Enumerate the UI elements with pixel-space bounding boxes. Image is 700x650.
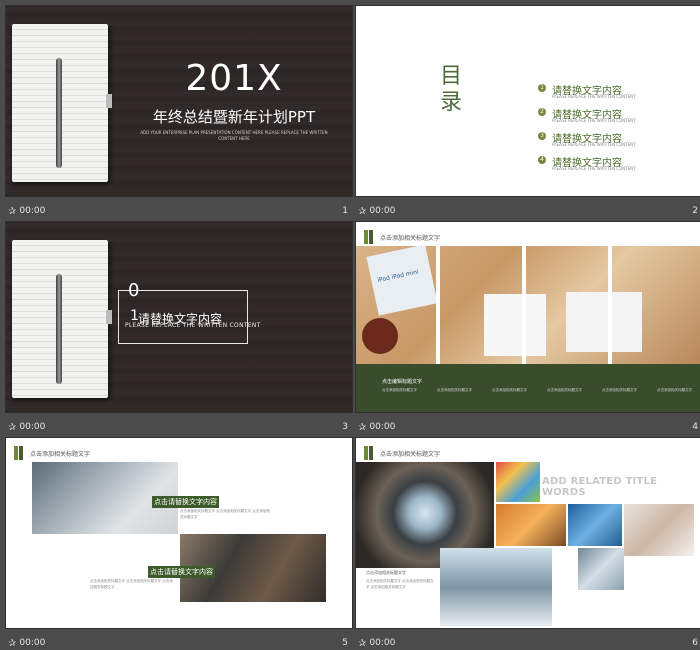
- slide-1-small-text: ADD YOUR ENTERPRISE PLAN PRESENTATION CO…: [140, 130, 328, 141]
- open-book: [566, 292, 642, 352]
- slide-5-body-a: 点击添加相关标题文字 点击添加相关标题文字 点击添加相关标题文字: [180, 509, 270, 519]
- slide-6-time: 00:00: [369, 638, 396, 648]
- toc-item: 2 请替换文字内容 PLEASE REPLACE THE WRITTEN CON…: [538, 106, 688, 130]
- notebook-image: [12, 24, 112, 182]
- slide-5-header: 点击添加相关标题文字: [30, 451, 91, 458]
- slide-4-time: 00:00: [369, 422, 396, 432]
- toc-item-desc: PLEASE REPLACE THE WRITTEN CONTENT: [552, 166, 636, 171]
- slide-1-subtitle: 年终总结暨新年计划PPT: [152, 108, 316, 126]
- toc-list: 1 请替换文字内容 PLEASE REPLACE THE WRITTEN CON…: [538, 82, 688, 178]
- logo-card: [484, 294, 546, 356]
- corridor-photo: [440, 548, 552, 626]
- transition-icon[interactable]: ✰: [358, 422, 366, 433]
- toc-bullet-icon: 2: [538, 108, 546, 116]
- toc-item-desc: PLEASE REPLACE THE WRITTEN CONTENT: [552, 118, 636, 123]
- slide-5-label-a: 点击请替换文字内容: [152, 496, 219, 508]
- slide-5-meta: ✰ 00:00 5: [6, 633, 352, 650]
- slide-3-time: 00:00: [19, 422, 46, 432]
- slide-2-canvas: 目录 1 请替换文字内容 PLEASE REPLACE THE WRITTEN …: [355, 5, 700, 197]
- notebook-image: [12, 240, 112, 398]
- toc-bullet-icon: 1: [538, 84, 546, 92]
- slide-4-header: 点击添加相关标题文字: [380, 235, 441, 242]
- slide-5-time: 00:00: [19, 638, 46, 648]
- green-band: 点击编辑标题文字 点击添加相关标题文字 点击添加相关标题文字 点击添加相关标题文…: [356, 364, 700, 412]
- pen-image: [56, 58, 62, 168]
- transition-icon[interactable]: ✰: [358, 206, 366, 217]
- toc-heading: 目录: [439, 64, 462, 115]
- working-photo: [624, 504, 694, 556]
- slide-5-label-b: 点击请替换文字内容: [148, 566, 215, 578]
- slide-4-number: 4: [692, 422, 698, 432]
- transition-icon[interactable]: ✰: [8, 638, 16, 649]
- toc-bullet-icon: 4: [538, 156, 546, 164]
- section-subtitle: PLEASE REPLACE THE WRITTEN CONTENT: [125, 322, 261, 329]
- slide-1-title: 201X: [185, 58, 283, 99]
- slide-6-meta: ✰ 00:00 6: [356, 633, 700, 650]
- desk-photo: iPod iPod mini: [356, 244, 700, 364]
- slide-6-side-label: 点击添加相关标题文字: [366, 570, 406, 575]
- ipod-label: iPod iPod mini: [376, 268, 420, 285]
- pen-image: [56, 274, 62, 384]
- building-photo: [568, 504, 622, 546]
- collage-photo: [496, 462, 540, 502]
- slide-6-side-text: 点击添加相关标题文字 点击添加相关标题文字 点击添加相关标题文字: [366, 579, 434, 589]
- slide-3-meta: ✰ 00:00 3: [6, 417, 352, 437]
- slide-6-canvas: 点击添加相关标题文字 ADD RELATED TITLE WORDS 点击添加相…: [355, 437, 700, 629]
- slide-1-time: 00:00: [19, 206, 46, 216]
- slide-3-number: 3: [342, 422, 348, 432]
- slide-3-canvas: 0 1 请替换文字内容 PLEASE REPLACE THE WRITTEN C…: [5, 221, 353, 413]
- transition-icon[interactable]: ✰: [8, 206, 16, 217]
- toc-item-desc: PLEASE REPLACE THE WRITTEN CONTENT: [552, 142, 636, 147]
- toc-item: 3 请替换文字内容 PLEASE REPLACE THE WRITTEN CON…: [538, 130, 688, 154]
- slide-1-number: 1: [342, 206, 348, 216]
- slide-5-body-b: 点击添加相关标题文字 点击添加相关标题文字 点击添加相关标题文字: [90, 579, 173, 589]
- band-heading: 点击编辑标题文字: [382, 379, 423, 385]
- slide-2-number: 2: [692, 206, 698, 216]
- slide-5-canvas: 点击添加相关标题文字 点击请替换文字内容 点击添加相关标题文字 点击添加相关标题…: [5, 437, 353, 629]
- transition-icon[interactable]: ✰: [8, 422, 16, 433]
- toc-item: 4 请替换文字内容 PLEASE REPLACE THE WRITTEN CON…: [538, 154, 688, 178]
- ipod-paper: iPod iPod mini: [366, 244, 438, 316]
- toc-item-desc: PLEASE REPLACE THE WRITTEN CONTENT: [552, 94, 636, 99]
- slide-5-number: 5: [342, 638, 348, 648]
- slide-2-meta: ✰ 00:00 2: [356, 201, 700, 221]
- slide-4-canvas: 点击添加相关标题文字 iPod iPod mini 点击编辑标题文字 点击添加相…: [355, 221, 700, 413]
- slide-4-meta: ✰ 00:00 4: [356, 417, 700, 437]
- toc-bullet-icon: 3: [538, 132, 546, 140]
- band-row: 点击添加相关标题文字 点击添加相关标题文字 点击添加相关标题文字 点击添加相关标…: [382, 388, 692, 392]
- slide-2-time: 00:00: [369, 206, 396, 216]
- section-number: 0: [128, 280, 140, 301]
- transition-icon[interactable]: ✰: [358, 638, 366, 649]
- toc-item: 1 请替换文字内容 PLEASE REPLACE THE WRITTEN CON…: [538, 82, 688, 106]
- office-photo: [578, 548, 624, 590]
- slide-6-title-words: ADD RELATED TITLE WORDS: [542, 476, 658, 498]
- slide-6-header: 点击添加相关标题文字: [380, 451, 441, 458]
- slide-1-meta: ✰ 00:00 1: [6, 201, 352, 221]
- slide-6-number: 6: [692, 638, 698, 648]
- sunset-photo: [496, 504, 566, 546]
- slide-1-canvas: 201X 年终总结暨新年计划PPT ADD YOUR ENTERPRISE PL…: [5, 5, 353, 197]
